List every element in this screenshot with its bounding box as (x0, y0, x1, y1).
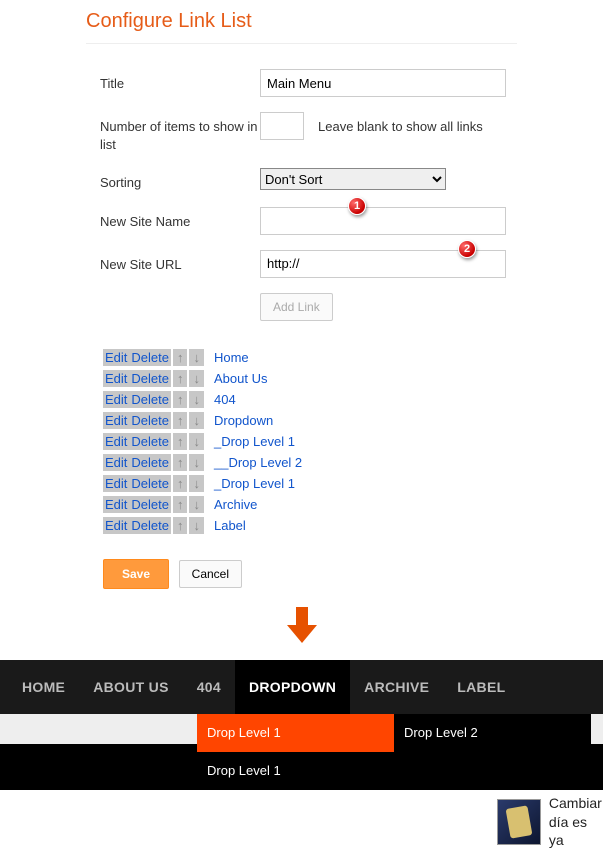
row-title: Title (100, 69, 603, 97)
row-new-site-name: New Site Name 1 (100, 207, 603, 235)
edit-link[interactable]: Edit (103, 517, 129, 534)
sorting-label: Sorting (100, 168, 260, 192)
delete-link[interactable]: Delete (129, 475, 171, 492)
link-name[interactable]: Home (214, 349, 249, 366)
move-down-button[interactable]: ↓ (189, 433, 204, 450)
edit-link[interactable]: Edit (103, 496, 129, 513)
link-list: Edit Delete↑↓HomeEdit Delete↑↓About UsEd… (103, 349, 603, 534)
delete-link[interactable]: Delete (129, 433, 171, 450)
edit-link[interactable]: Edit (103, 391, 129, 408)
preview-article-row: Cambiar día es ya (0, 790, 603, 850)
move-down-button[interactable]: ↓ (189, 370, 204, 387)
link-name[interactable]: About Us (214, 370, 267, 387)
nav-item-home[interactable]: HOME (8, 660, 79, 714)
row-num-items: Number of items to show in list Leave bl… (100, 112, 603, 153)
callout-1: 1 (348, 197, 368, 217)
link-list-row: Edit Delete↑↓ Archive (103, 496, 603, 513)
move-up-button[interactable]: ↑ (173, 370, 188, 387)
delete-link[interactable]: Delete (129, 370, 171, 387)
move-up-button[interactable]: ↑ (173, 412, 188, 429)
link-list-row: Edit Delete↑↓ _Drop Level 1 (103, 433, 603, 450)
num-items-input[interactable] (260, 112, 304, 140)
callout-badge-2: 2 (458, 240, 476, 258)
nav-item-archive[interactable]: ARCHIVE (350, 660, 443, 714)
delete-link[interactable]: Delete (129, 496, 171, 513)
delete-link[interactable]: Delete (129, 391, 171, 408)
move-up-button[interactable]: ↑ (173, 391, 188, 408)
down-arrow-graphic (0, 607, 603, 650)
link-name[interactable]: Dropdown (214, 412, 273, 429)
edit-link[interactable]: Edit (103, 475, 129, 492)
callout-badge-1: 1 (348, 197, 366, 215)
title-label: Title (100, 69, 260, 93)
move-up-button[interactable]: ↑ (173, 475, 188, 492)
move-up-button[interactable]: ↑ (173, 454, 188, 471)
move-up-button[interactable]: ↑ (173, 349, 188, 366)
link-name[interactable]: __Drop Level 2 (214, 454, 302, 471)
dropdown-item[interactable]: Drop Level 1 (197, 752, 394, 790)
link-list-row: Edit Delete↑↓ Dropdown (103, 412, 603, 429)
move-down-button[interactable]: ↓ (189, 475, 204, 492)
new-site-url-label: New Site URL (100, 250, 260, 274)
link-name[interactable]: _Drop Level 1 (214, 433, 295, 450)
link-list-row: Edit Delete↑↓ Label (103, 517, 603, 534)
delete-link[interactable]: Delete (129, 412, 171, 429)
nav-bar: HOMEABOUT US404DROPDOWNARCHIVELABEL (0, 660, 603, 714)
nav-item-label[interactable]: LABEL (443, 660, 519, 714)
title-input[interactable] (260, 69, 506, 97)
move-down-button[interactable]: ↓ (189, 454, 204, 471)
delete-link[interactable]: Delete (129, 349, 171, 366)
nav-item-about-us[interactable]: ABOUT US (79, 660, 183, 714)
move-down-button[interactable]: ↓ (189, 391, 204, 408)
down-arrow-icon (287, 607, 317, 647)
link-name[interactable]: _Drop Level 1 (214, 475, 295, 492)
divider (86, 43, 517, 44)
num-items-hint: Leave blank to show all links (318, 119, 483, 134)
num-items-label: Number of items to show in list (100, 112, 260, 153)
article-title[interactable]: Cambiar día es ya (549, 794, 603, 850)
dropdown-col-2: Drop Level 2 (394, 714, 591, 790)
edit-link[interactable]: Edit (103, 370, 129, 387)
dropdown-col-1: Drop Level 1Drop Level 1 (197, 714, 394, 790)
edit-link[interactable]: Edit (103, 454, 129, 471)
new-site-name-input[interactable] (260, 207, 506, 235)
page-title: Configure Link List (86, 10, 603, 33)
dropdown-item[interactable]: Drop Level 2 (394, 714, 591, 752)
move-up-button[interactable]: ↑ (173, 517, 188, 534)
add-link-button[interactable]: Add Link (260, 293, 333, 321)
sorting-select[interactable]: Don't Sort (260, 168, 446, 190)
dropdown-area: Drop Level 1Drop Level 1 Drop Level 2 (197, 714, 603, 790)
row-sorting: Sorting Don't Sort (100, 168, 603, 192)
link-name[interactable]: Label (214, 517, 246, 534)
cancel-button[interactable]: Cancel (179, 560, 242, 588)
link-list-row: Edit Delete↑↓ About Us (103, 370, 603, 387)
article-thumbnail[interactable] (497, 799, 541, 845)
move-down-button[interactable]: ↓ (189, 349, 204, 366)
move-down-button[interactable]: ↓ (189, 412, 204, 429)
edit-link[interactable]: Edit (103, 349, 129, 366)
link-list-row: Edit Delete↑↓ Home (103, 349, 603, 366)
callout-2: 2 (458, 240, 478, 260)
nav-preview: HOMEABOUT US404DROPDOWNARCHIVELABEL Drop… (0, 660, 603, 850)
nav-item-dropdown[interactable]: DROPDOWN (235, 660, 350, 714)
link-list-row: Edit Delete↑↓ 404 (103, 391, 603, 408)
edit-link[interactable]: Edit (103, 433, 129, 450)
link-name[interactable]: 404 (214, 391, 236, 408)
new-site-name-label: New Site Name (100, 207, 260, 231)
link-list-row: Edit Delete↑↓ __Drop Level 2 (103, 454, 603, 471)
move-up-button[interactable]: ↑ (173, 433, 188, 450)
dropdown-item[interactable]: Drop Level 1 (197, 714, 394, 752)
move-down-button[interactable]: ↓ (189, 496, 204, 513)
move-up-button[interactable]: ↑ (173, 496, 188, 513)
link-name[interactable]: Archive (214, 496, 257, 513)
move-down-button[interactable]: ↓ (189, 517, 204, 534)
row-new-site-url: New Site URL 2 (100, 250, 603, 278)
link-list-row: Edit Delete↑↓ _Drop Level 1 (103, 475, 603, 492)
edit-link[interactable]: Edit (103, 412, 129, 429)
nav-item-404[interactable]: 404 (183, 660, 235, 714)
delete-link[interactable]: Delete (129, 454, 171, 471)
save-button[interactable]: Save (103, 559, 169, 589)
delete-link[interactable]: Delete (129, 517, 171, 534)
